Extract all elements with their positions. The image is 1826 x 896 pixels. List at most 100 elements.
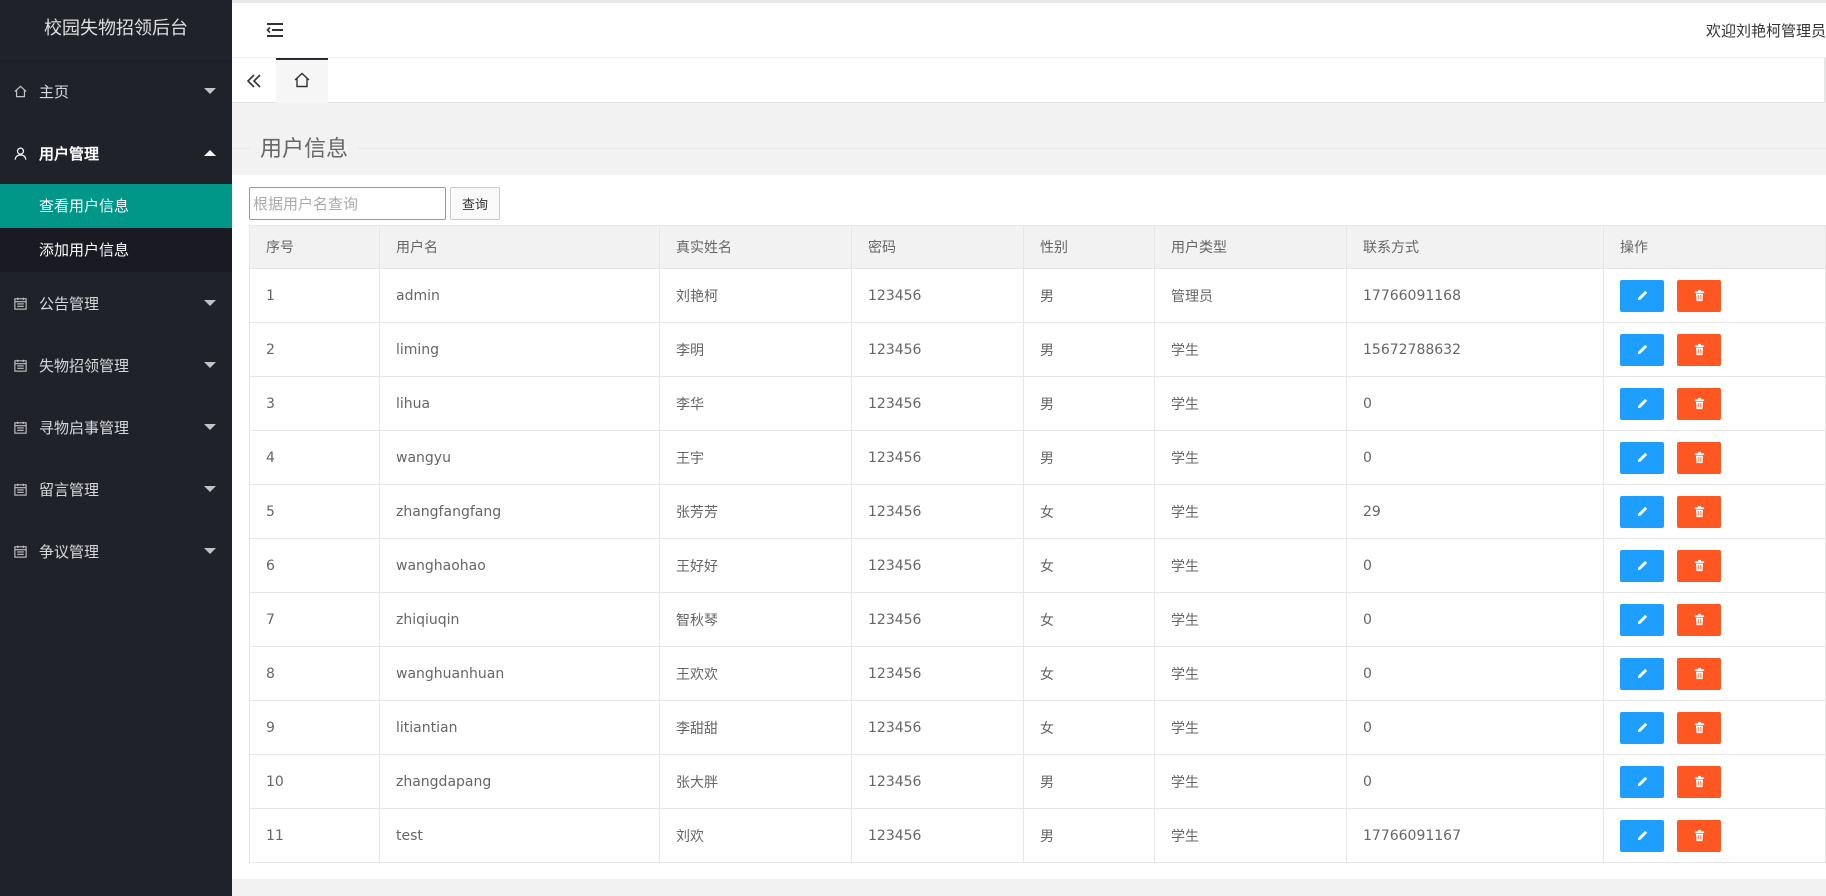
sidebar-item-disputes[interactable]: 争议管理 [0, 520, 232, 582]
cell-index: 10 [249, 754, 380, 809]
calendar-icon [12, 295, 28, 311]
menu-toggle-icon[interactable] [265, 21, 285, 39]
cell-index: 1 [249, 268, 380, 323]
cell-username: wanghuanhuan [379, 646, 660, 701]
page-title-fieldset: 用户信息 [232, 113, 1826, 177]
edit-button[interactable] [1620, 495, 1664, 528]
cell-contact: 0 [1346, 754, 1604, 809]
cell-password: 123456 [851, 538, 1024, 593]
edit-button[interactable] [1620, 657, 1664, 690]
cell-actions [1603, 808, 1826, 863]
edit-button[interactable] [1620, 441, 1664, 474]
cell-username: litiantian [379, 700, 660, 755]
cell-password: 123456 [851, 376, 1024, 431]
delete-button[interactable] [1677, 279, 1721, 312]
home-icon [12, 83, 28, 99]
edit-button[interactable] [1620, 279, 1664, 312]
cell-gender: 女 [1023, 700, 1155, 755]
cell-password: 123456 [851, 430, 1024, 485]
table-row: 9 litiantian 李甜甜 123456 女学生 0 [249, 700, 1826, 755]
delete-button[interactable] [1677, 333, 1721, 366]
cell-index: 2 [249, 322, 380, 377]
trash-icon [1694, 289, 1704, 302]
trash-icon [1694, 559, 1704, 572]
delete-button[interactable] [1677, 441, 1721, 474]
cell-username: zhangfangfang [379, 484, 660, 539]
cell-contact: 0 [1346, 592, 1604, 647]
cell-contact: 0 [1346, 430, 1604, 485]
tab-bar [232, 58, 1826, 103]
sidebar-subitem-view-users[interactable]: 查看用户信息 [0, 184, 232, 228]
table-row: 4 wangyu 王宇 123456 男学生 0 [249, 430, 1826, 485]
cell-realname: 张大胖 [659, 754, 852, 809]
trash-icon [1694, 613, 1704, 626]
sidebar-item-label: 寻物启事管理 [39, 418, 130, 437]
cell-actions [1603, 592, 1826, 647]
delete-button[interactable] [1677, 657, 1721, 690]
cell-contact: 0 [1346, 538, 1604, 593]
home-icon [293, 71, 311, 93]
search-input[interactable] [249, 187, 446, 220]
sidebar-item-announcements[interactable]: 公告管理 [0, 272, 232, 334]
sidebar-item-lost-found[interactable]: 失物招领管理 [0, 334, 232, 396]
cell-realname: 王宇 [659, 430, 852, 485]
chevron-down-icon [204, 424, 216, 430]
trash-icon [1694, 397, 1704, 410]
sidebar-item-lost-notices[interactable]: 寻物启事管理 [0, 396, 232, 458]
sidebar-item-label: 失物招领管理 [39, 356, 130, 375]
cell-actions [1603, 700, 1826, 755]
pencil-icon [1637, 560, 1647, 571]
sidebar-item-home[interactable]: 主页 [0, 60, 232, 122]
delete-button[interactable] [1677, 819, 1721, 852]
cell-index: 3 [249, 376, 380, 431]
pencil-icon [1637, 452, 1647, 463]
pencil-icon [1637, 398, 1647, 409]
pencil-icon [1637, 290, 1647, 301]
sidebar-subitem-add-user[interactable]: 添加用户信息 [0, 228, 232, 272]
cell-realname: 刘艳柯 [659, 268, 852, 323]
delete-button[interactable] [1677, 603, 1721, 636]
sidebar-item-user-management[interactable]: 用户管理 [0, 122, 232, 184]
trash-icon [1694, 775, 1704, 788]
cell-usertype: 学生 [1154, 538, 1347, 593]
delete-button[interactable] [1677, 495, 1721, 528]
pencil-icon [1637, 776, 1647, 787]
cell-gender: 女 [1023, 646, 1155, 701]
cell-password: 123456 [851, 646, 1024, 701]
table-body: 1 admin 刘艳柯 123456 男管理员 17766091168 2 liming 李明 1… [249, 268, 1826, 863]
content-card: 查询 序号用户名真实姓名密码性别用户类型联系方式操作 1admin刘艳柯1234… [232, 175, 1826, 879]
double-chevron-left-icon[interactable] [232, 58, 276, 103]
search-button[interactable]: 查询 [450, 187, 500, 220]
calendar-icon [12, 419, 28, 435]
delete-button[interactable] [1677, 549, 1721, 582]
delete-button[interactable] [1677, 711, 1721, 744]
header-col-contact: 联系方式 [1346, 225, 1604, 269]
cell-actions [1603, 430, 1826, 485]
cell-usertype: 管理员 [1154, 268, 1347, 323]
edit-button[interactable] [1620, 549, 1664, 582]
cell-contact: 29 [1346, 484, 1604, 539]
edit-button[interactable] [1620, 765, 1664, 798]
pencil-icon [1637, 506, 1647, 517]
cell-username: wanghaohao [379, 538, 660, 593]
delete-button[interactable] [1677, 765, 1721, 798]
cell-index: 9 [249, 700, 380, 755]
edit-button[interactable] [1620, 819, 1664, 852]
sidebar-item-messages[interactable]: 留言管理 [0, 458, 232, 520]
edit-button[interactable] [1620, 387, 1664, 420]
cell-realname: 李华 [659, 376, 852, 431]
cell-password: 123456 [851, 754, 1024, 809]
edit-button[interactable] [1620, 603, 1664, 636]
cell-username: zhiqiuqin [379, 592, 660, 647]
tab-home[interactable] [276, 58, 328, 103]
edit-button[interactable] [1620, 711, 1664, 744]
delete-button[interactable] [1677, 387, 1721, 420]
trash-icon [1694, 667, 1704, 680]
cell-realname: 张芳芳 [659, 484, 852, 539]
sidebar: 校园失物招领后台 主页 用户管理 查看用户信息 添加用户信息 公告管理 失物招领… [0, 0, 232, 896]
table-row: 5 zhangfangfang 张芳芳 123456 女学生 29 [249, 484, 1826, 539]
cell-gender: 女 [1023, 484, 1155, 539]
edit-button[interactable] [1620, 333, 1664, 366]
cell-username: lihua [379, 376, 660, 431]
app-title: 校园失物招领后台 [0, 0, 232, 60]
